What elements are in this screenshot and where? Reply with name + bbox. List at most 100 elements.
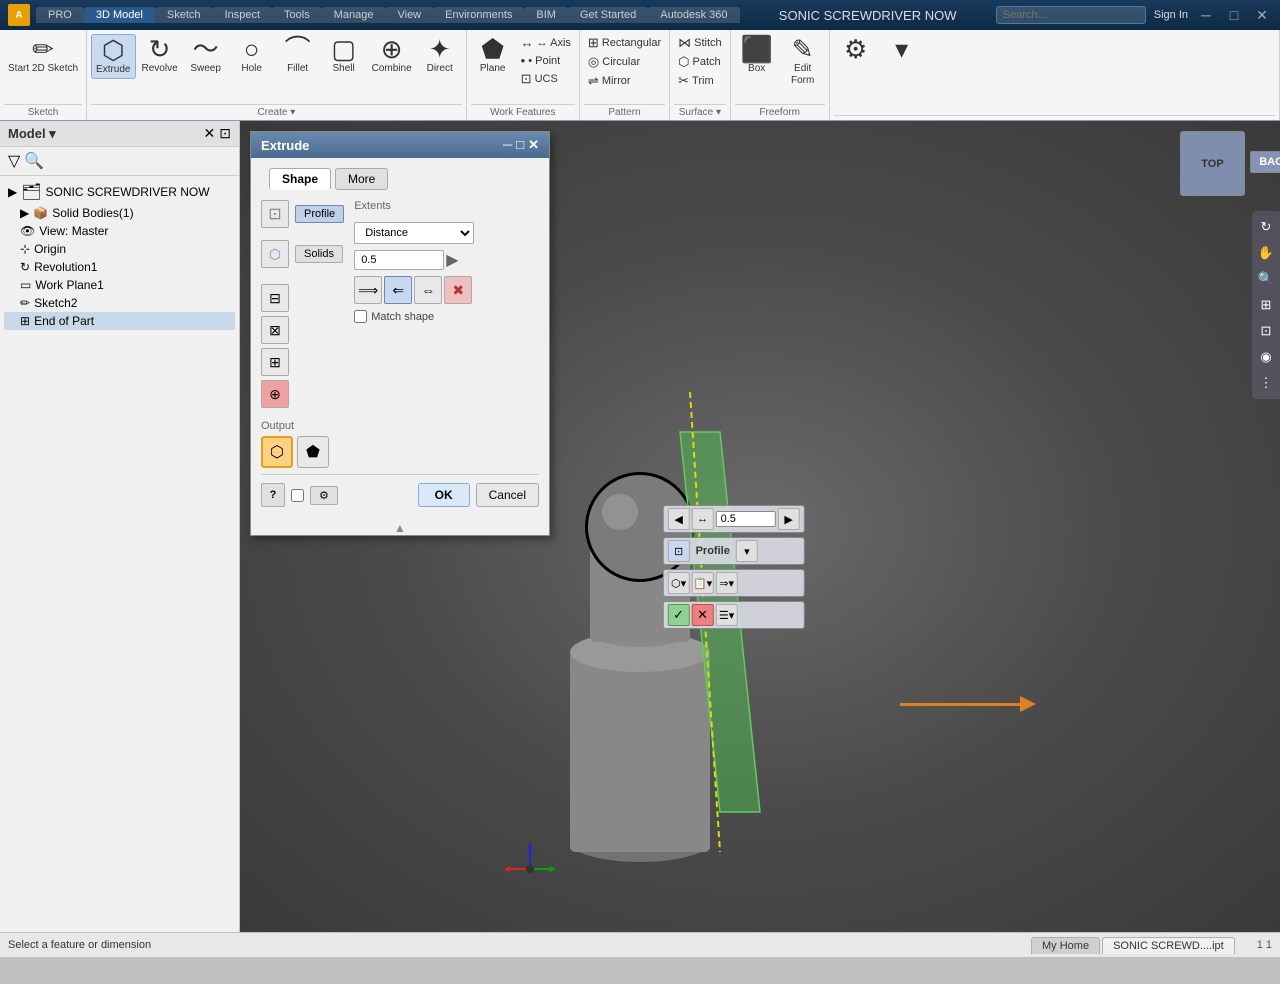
extents-distance-input[interactable] bbox=[354, 250, 444, 270]
ucs-button[interactable]: ⊡ UCS bbox=[517, 70, 575, 88]
viewport[interactable]: ◀ ↔ ▶ ⊡ Profile ▾ ⬡▾ 📋▾ ⇒▾ ✓ ✕ ☰▾ bbox=[240, 121, 1280, 932]
mini-output-1[interactable]: ⬡▾ bbox=[668, 572, 690, 594]
profile-button[interactable]: Profile bbox=[295, 205, 344, 223]
viewcube-back-label[interactable]: BACK bbox=[1250, 151, 1280, 173]
tree-item-workplane1[interactable]: ▭ Work Plane1 bbox=[4, 276, 235, 294]
solids-button[interactable]: Solids bbox=[295, 245, 343, 263]
viewcube-face-top[interactable]: TOP bbox=[1180, 131, 1245, 196]
extrude-max-icon[interactable]: □ bbox=[516, 137, 524, 153]
extrude-min-icon[interactable]: ─ bbox=[503, 137, 512, 153]
nav-more-button[interactable]: ⋮ bbox=[1254, 371, 1278, 395]
look-at-button[interactable]: ◉ bbox=[1254, 345, 1278, 369]
cancel-button[interactable]: Cancel bbox=[476, 483, 539, 507]
direct-button[interactable]: ✦ Direct bbox=[418, 34, 462, 77]
maximize-button[interactable]: □ bbox=[1224, 5, 1244, 25]
filter-icon[interactable]: ▽ bbox=[8, 151, 20, 171]
mini-output-2[interactable]: 📋▾ bbox=[692, 572, 714, 594]
mini-output-3[interactable]: ⇒▾ bbox=[716, 572, 738, 594]
ok-button[interactable]: OK bbox=[418, 483, 470, 507]
close-button[interactable]: ✕ bbox=[1252, 5, 1272, 25]
distance-input[interactable] bbox=[716, 511, 776, 527]
hole-button[interactable]: ○ Hole bbox=[230, 34, 274, 77]
tree-item-endofpart[interactable]: ⊞ End of Part bbox=[4, 312, 235, 330]
dir-btn-2[interactable]: ⇐ bbox=[384, 276, 412, 304]
mini-cancel-button[interactable]: ✕ bbox=[692, 604, 714, 626]
box-button[interactable]: ⬛ Box bbox=[735, 34, 779, 77]
search-input[interactable] bbox=[996, 6, 1146, 24]
tab-tools[interactable]: Tools bbox=[272, 7, 322, 23]
tree-item-origin[interactable]: ⊹ Origin bbox=[4, 240, 235, 258]
panel-expand-icon[interactable]: ⊡ bbox=[219, 125, 231, 142]
tab-sketch[interactable]: Sketch bbox=[155, 7, 213, 23]
extrude-dialog-title[interactable]: Extrude ─ □ ✕ bbox=[251, 132, 549, 158]
distance-expand-icon[interactable]: ▶ bbox=[446, 250, 458, 270]
point-button[interactable]: •• Point bbox=[517, 52, 575, 69]
fillet-button[interactable]: ⌒ Fillet bbox=[276, 34, 320, 77]
help-button[interactable]: ? bbox=[261, 483, 285, 507]
tab-environments[interactable]: Environments bbox=[433, 7, 524, 23]
footer-checkbox[interactable] bbox=[291, 489, 304, 502]
zoom-all-button[interactable]: ⊞ bbox=[1254, 293, 1278, 317]
tab-pro[interactable]: PRO bbox=[36, 7, 84, 23]
zoom-button[interactable]: 🔍 bbox=[1254, 267, 1278, 291]
minimize-button[interactable]: ─ bbox=[1196, 5, 1216, 25]
tab-3dmodel[interactable]: 3D Model bbox=[84, 7, 155, 23]
mini-prev-btn[interactable]: ◀ bbox=[668, 508, 690, 530]
rectangular-button[interactable]: ⊞Rectangular bbox=[584, 34, 665, 52]
action-btn-2[interactable]: ⊠ bbox=[261, 316, 289, 344]
dropdown-button[interactable]: ▾ bbox=[880, 34, 924, 65]
mini-profile-dropdown[interactable]: ▾ bbox=[736, 540, 758, 562]
tab-my-home[interactable]: My Home bbox=[1031, 937, 1100, 954]
sweep-button[interactable]: 〜 Sweep bbox=[184, 34, 228, 77]
tree-item-sketch2[interactable]: ✏ Sketch2 bbox=[4, 294, 235, 312]
start-2d-sketch-button[interactable]: ✏ Start 2D Sketch bbox=[4, 34, 82, 77]
extents-dropdown[interactable]: Distance To All Between bbox=[354, 222, 474, 244]
mini-options-button[interactable]: ☰▾ bbox=[716, 604, 738, 626]
extrude-tab-shape[interactable]: Shape bbox=[269, 168, 331, 190]
orbit-button[interactable]: ↻ bbox=[1254, 215, 1278, 239]
dir-btn-4[interactable]: ✖ bbox=[444, 276, 472, 304]
extrude-button[interactable]: ⬡ Extrude bbox=[91, 34, 135, 79]
shell-button[interactable]: ▢ Shell bbox=[322, 34, 366, 77]
trim-button[interactable]: ✂Trim bbox=[674, 72, 726, 90]
patch-button[interactable]: ⬡Patch bbox=[674, 53, 726, 71]
tab-autodesk360[interactable]: Autodesk 360 bbox=[648, 7, 739, 23]
settings-button[interactable]: ⚙ bbox=[834, 34, 878, 65]
match-shape-checkbox[interactable] bbox=[354, 310, 367, 323]
tab-bim[interactable]: BIM bbox=[524, 7, 568, 23]
tab-inspect[interactable]: Inspect bbox=[213, 7, 272, 23]
zoom-selected-button[interactable]: ⊡ bbox=[1254, 319, 1278, 343]
extrude-close-icon[interactable]: ✕ bbox=[528, 137, 539, 153]
action-btn-1[interactable]: ⊟ bbox=[261, 284, 289, 312]
mini-confirm-button[interactable]: ✓ bbox=[668, 604, 690, 626]
sign-in-btn[interactable]: Sign In bbox=[1154, 9, 1188, 21]
output-solid-btn[interactable]: ⬡ bbox=[261, 436, 293, 468]
action-btn-4[interactable]: ⊕ bbox=[261, 380, 289, 408]
dir-btn-1[interactable]: ⟹ bbox=[354, 276, 382, 304]
panel-close-icon[interactable]: ✕ bbox=[204, 125, 216, 142]
tab-manage[interactable]: Manage bbox=[322, 7, 386, 23]
stitch-button[interactable]: ⋈Stitch bbox=[674, 34, 726, 52]
tab-get-started[interactable]: Get Started bbox=[568, 7, 648, 23]
axis-button[interactable]: ↔↔ Axis bbox=[517, 34, 575, 51]
action-btn-3[interactable]: ⊞ bbox=[261, 348, 289, 376]
plane-button[interactable]: ⬟ Plane bbox=[471, 34, 515, 77]
footer-extra-btn[interactable]: ⚙ bbox=[310, 486, 338, 505]
tree-item-solidbodies[interactable]: ▶ 📦 Solid Bodies(1) bbox=[4, 204, 235, 222]
dir-btn-3[interactable]: ⇔ bbox=[414, 276, 442, 304]
tree-root[interactable]: ▶ 🗂 SONIC SCREWDRIVER NOW bbox=[4, 180, 235, 204]
extrude-tab-more[interactable]: More bbox=[335, 168, 388, 190]
tab-current-file[interactable]: SONIC SCREWD....ipt bbox=[1102, 937, 1235, 954]
tab-view[interactable]: View bbox=[385, 7, 433, 23]
tree-item-viewmaster[interactable]: 👁 View: Master bbox=[4, 222, 235, 240]
revolve-button[interactable]: ↻ Revolve bbox=[138, 34, 182, 77]
combine-button[interactable]: ⊕ Combine bbox=[368, 34, 416, 77]
edit-form-button[interactable]: ✎ EditForm bbox=[781, 34, 825, 89]
output-surface-btn[interactable]: ⬟ bbox=[297, 436, 329, 468]
mirror-button[interactable]: ⇌Mirror bbox=[584, 72, 665, 90]
tree-item-revolution1[interactable]: ↻ Revolution1 bbox=[4, 258, 235, 276]
search-tree-icon[interactable]: 🔍 bbox=[24, 151, 44, 171]
pan-button[interactable]: ✋ bbox=[1254, 241, 1278, 265]
circular-button[interactable]: ◎Circular bbox=[584, 53, 665, 71]
mini-next-btn[interactable]: ▶ bbox=[778, 508, 800, 530]
